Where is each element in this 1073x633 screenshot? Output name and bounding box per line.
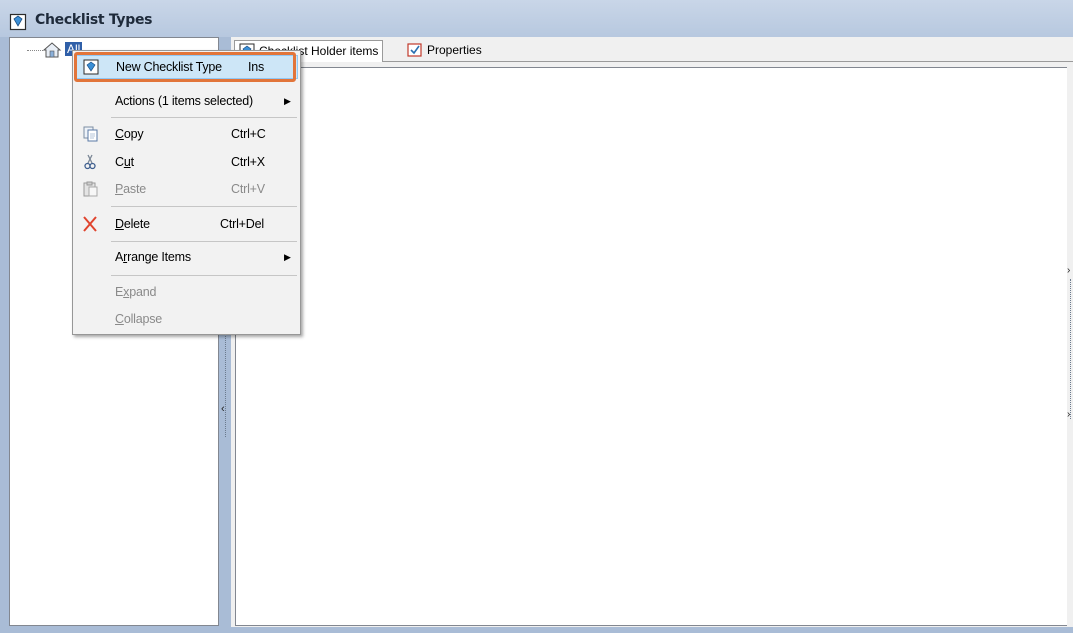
tree-connector <box>27 50 43 51</box>
right-collapse-bar[interactable]: › › <box>1067 67 1073 626</box>
delete-icon <box>83 216 97 232</box>
menu-separator <box>111 117 297 118</box>
paste-icon <box>83 181 98 197</box>
menu-item-shortcut: Ctrl+V <box>231 182 265 196</box>
content-area[interactable] <box>235 67 1069 626</box>
context-menu: New Checklist Type Ins Actions (1 items … <box>72 50 301 335</box>
menu-item-label: Cut <box>115 155 134 169</box>
menu-item-label: Arrange Items <box>115 250 191 264</box>
menu-item-paste[interactable]: Paste Ctrl+V <box>75 178 296 200</box>
expand-right-icon[interactable]: › <box>1067 409 1070 420</box>
menu-item-shortcut: Ctrl+C <box>231 127 266 141</box>
tab-label: Properties <box>427 43 482 57</box>
tab-strip: Checklist Holder items Properties <box>231 37 1073 62</box>
menu-item-delete[interactable]: Delete Ctrl+Del <box>75 213 296 235</box>
menu-item-label: Delete <box>115 217 150 231</box>
menu-item-arrange-items[interactable]: Arrange Items ▶ <box>75 246 296 268</box>
menu-item-cut[interactable]: Cut Ctrl+X <box>75 151 296 173</box>
right-splitter-grip[interactable] <box>1070 279 1071 419</box>
folder-home-icon <box>42 42 62 58</box>
cut-icon <box>84 154 96 170</box>
menu-separator <box>111 241 297 242</box>
menu-item-label: Expand <box>115 285 157 299</box>
properties-icon <box>407 43 422 57</box>
checklist-type-icon <box>9 13 27 31</box>
menu-item-label: Collapse <box>115 312 163 326</box>
menu-item-copy[interactable]: Copy Ctrl+C <box>75 123 296 145</box>
expand-right-icon[interactable]: › <box>1067 265 1070 276</box>
submenu-arrow-icon: ▶ <box>284 96 291 106</box>
title-bar: Checklist Types <box>0 0 1073 37</box>
highlight-outline <box>74 52 296 82</box>
splitter-grip[interactable] <box>225 327 226 437</box>
menu-item-actions[interactable]: Actions (1 items selected) ▶ <box>75 90 296 112</box>
submenu-arrow-icon: ▶ <box>284 252 291 262</box>
menu-item-shortcut: Ctrl+X <box>231 155 265 169</box>
menu-item-shortcut: Ctrl+Del <box>220 217 264 231</box>
menu-item-label: Actions (1 items selected) <box>115 94 253 108</box>
menu-item-expand[interactable]: Expand <box>75 281 296 303</box>
tab-properties[interactable]: Properties <box>403 40 486 60</box>
menu-separator <box>111 206 297 207</box>
window-title: Checklist Types <box>35 12 153 28</box>
menu-item-label: Paste <box>115 182 146 196</box>
menu-item-collapse[interactable]: Collapse <box>75 308 296 330</box>
menu-item-label: Copy <box>115 127 144 141</box>
menu-separator <box>111 275 297 276</box>
main-panel: Checklist Holder items Properties › › <box>231 37 1073 627</box>
copy-icon <box>83 126 98 142</box>
collapse-left-icon[interactable]: ‹ <box>221 403 225 415</box>
